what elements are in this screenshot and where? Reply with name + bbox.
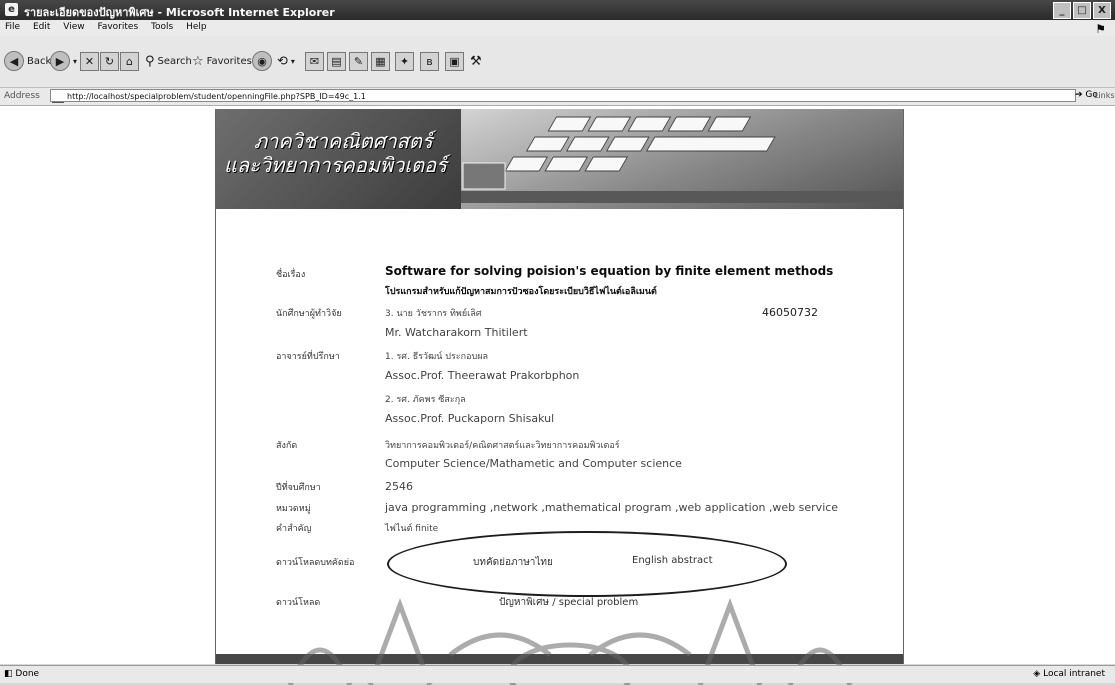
intranet-icon: ◈ <box>1033 669 1041 679</box>
edit-icon: ✎ <box>349 51 368 71</box>
history-dropdown-icon[interactable]: ▾ <box>291 57 295 66</box>
menu-file[interactable]: File <box>0 20 25 32</box>
banner-title-area: ภาควิชาคณิตศาสตร์ และวิทยาการคอมพิวเตอร์ <box>216 109 461 209</box>
student-id: 46050732 <box>762 306 818 319</box>
search-label: Search <box>157 55 192 67</box>
discuss-button[interactable]: ▦ <box>371 50 390 72</box>
favorites-button[interactable]: ☆ Favorites <box>192 50 252 72</box>
links-button[interactable]: Links <box>1094 91 1115 100</box>
banner-keyboard-image <box>461 109 903 209</box>
advisor2-th: 2. รศ. ภัคพร ซีสะกุล <box>385 395 466 405</box>
print-button[interactable]: ▤ <box>327 50 346 72</box>
discuss-icon: ▦ <box>371 51 390 71</box>
advisor-label: อาจารย์ที่ปรึกษา <box>276 352 340 362</box>
advisor2-en: Assoc.Prof. Puckaporn Shisakul <box>385 412 555 425</box>
title-en: Software for solving poision's equation … <box>385 264 834 278</box>
year-value: 2546 <box>385 480 413 493</box>
print-icon: ▤ <box>327 51 346 71</box>
menu-view[interactable]: View <box>58 20 89 32</box>
mail-icon: ✉ <box>305 51 324 71</box>
abstract-th-link[interactable]: บทคัดย่อภาษาไทย <box>473 555 553 570</box>
search-button[interactable]: ⚲ Search <box>145 50 192 72</box>
menu-bar: File Edit View Favorites Tools Help ⚑ <box>0 20 1115 36</box>
research-button[interactable]: ✦ <box>395 50 414 72</box>
calculator-button[interactable]: ▣ <box>445 50 464 72</box>
status-done: ◧ Done <box>4 669 39 679</box>
department-th: วิทยาการคอมพิวเตอร์/คณิตศาสตร์และวิทยากา… <box>385 441 620 451</box>
menu-help[interactable]: Help <box>181 20 212 32</box>
banner-title-line2: และวิทยาการคอมพิวเตอร์ <box>224 153 447 177</box>
keyboard-image <box>461 116 903 203</box>
media-button[interactable]: ◉ <box>252 50 272 72</box>
status-zone: ◈ Local intranet <box>1033 669 1105 679</box>
calculator-icon: ▣ <box>445 51 464 71</box>
page-done-icon: ◧ <box>4 669 13 679</box>
star-icon: ☆ <box>192 53 204 69</box>
address-input[interactable]: http://localhost/specialproblem/student/… <box>50 89 1076 102</box>
history-button[interactable]: ⟲ ▾ <box>277 50 295 72</box>
window-controls: _ □ X <box>1053 2 1111 19</box>
keyword-value: ไฟไนต์ finite <box>385 524 439 534</box>
department-banner: ภาควิชาคณิตศาสตร์ และวิทยาการคอมพิวเตอร์ <box>216 109 903 209</box>
address-bar: Address http://localhost/specialproblem/… <box>0 88 1115 106</box>
close-button[interactable]: X <box>1093 2 1111 19</box>
media-icon: ◉ <box>252 51 272 71</box>
go-arrow-icon: ➔ <box>1075 90 1083 100</box>
menu-edit[interactable]: Edit <box>28 20 55 32</box>
stop-icon: ✕ <box>80 51 99 71</box>
status-zone-text: Local intranet <box>1043 669 1105 679</box>
banner-title-line1: ภาควิชาคณิตศาสตร์ <box>254 129 433 153</box>
status-bar: ◧ Done ◈ Local intranet <box>0 665 1115 683</box>
address-label: Address <box>4 91 40 101</box>
home-button[interactable]: ⌂ <box>120 50 139 72</box>
advisor1-th: 1. รศ. ธีรวัฒน์ ประกอบผล <box>385 352 488 362</box>
history-icon: ⟲ <box>277 53 288 69</box>
title-th: โปรแกรมสำหรับแก้ปัญหาสมการปัวซองโดยระเบี… <box>385 287 657 297</box>
bluetooth-icon: ʙ <box>420 51 439 71</box>
maximize-button[interactable]: □ <box>1073 2 1091 19</box>
menu-favorites[interactable]: Favorites <box>92 20 143 32</box>
keyword-label: คำสำคัญ <box>276 524 312 534</box>
ie-logo-icon: e <box>5 3 18 16</box>
abstract-en-link[interactable]: English abstract <box>632 555 713 566</box>
stop-button[interactable]: ✕ <box>80 50 99 72</box>
minimize-button[interactable]: _ <box>1053 2 1071 19</box>
banner-title: ภาควิชาคณิตศาสตร์ และวิทยาการคอมพิวเตอร์ <box>224 129 447 177</box>
forward-button[interactable]: ▶ ▾ <box>50 50 77 72</box>
tool-icon: ⚒ <box>470 53 482 69</box>
windows-flag-icon: ⚑ <box>1095 22 1106 36</box>
year-label: ปีที่จบศึกษา <box>276 483 321 493</box>
forward-dropdown-icon[interactable]: ▾ <box>73 57 77 66</box>
title-bar: e รายละเอียดของปัญหาพิเศษ - Microsoft In… <box>0 0 1115 20</box>
category-label: หมวดหมู่ <box>276 504 311 514</box>
favorites-label: Favorites <box>206 55 252 67</box>
mail-button[interactable]: ✉ <box>305 50 324 72</box>
menu-tools[interactable]: Tools <box>146 20 178 32</box>
tool-button[interactable]: ⚒ <box>470 50 482 72</box>
edit-button[interactable]: ✎ <box>349 50 368 72</box>
status-done-text: Done <box>15 669 40 679</box>
department-label: สังกัด <box>276 441 298 451</box>
topic-label: ชื่อเรื่อง <box>276 270 306 280</box>
department-en: Computer Science/Mathametic and Computer… <box>385 457 682 470</box>
abstract-label: ดาวน์โหลดบทคัดย่อ <box>276 558 355 568</box>
toolbar: ◀ Back ▾ ▶ ▾ ✕ ↻ ⌂ ⚲ Search ☆ Favorites … <box>0 36 1115 88</box>
back-arrow-icon: ◀ <box>4 51 24 71</box>
back-label: Back <box>27 55 52 67</box>
home-icon: ⌂ <box>120 51 139 71</box>
refresh-icon: ↻ <box>100 51 119 71</box>
refresh-button[interactable]: ↻ <box>100 50 119 72</box>
advisor1-en: Assoc.Prof. Theerawat Prakorbphon <box>385 369 580 382</box>
research-icon: ✦ <box>395 51 414 71</box>
category-value: java programming ,network ,mathematical … <box>385 501 839 514</box>
researcher-en: Mr. Watcharakorn Thitilert <box>385 326 528 339</box>
researcher-label: นักศึกษาผู้ทำวิจัย <box>276 309 342 319</box>
forward-arrow-icon: ▶ <box>50 51 70 71</box>
window-title: รายละเอียดของปัญหาพิเศษ - Microsoft Inte… <box>24 6 335 19</box>
messenger-button[interactable]: ʙ <box>420 50 439 72</box>
researcher-th: 3. นาย วัชรากร ทิพย์เลิศ <box>385 309 482 319</box>
search-icon: ⚲ <box>145 53 155 69</box>
